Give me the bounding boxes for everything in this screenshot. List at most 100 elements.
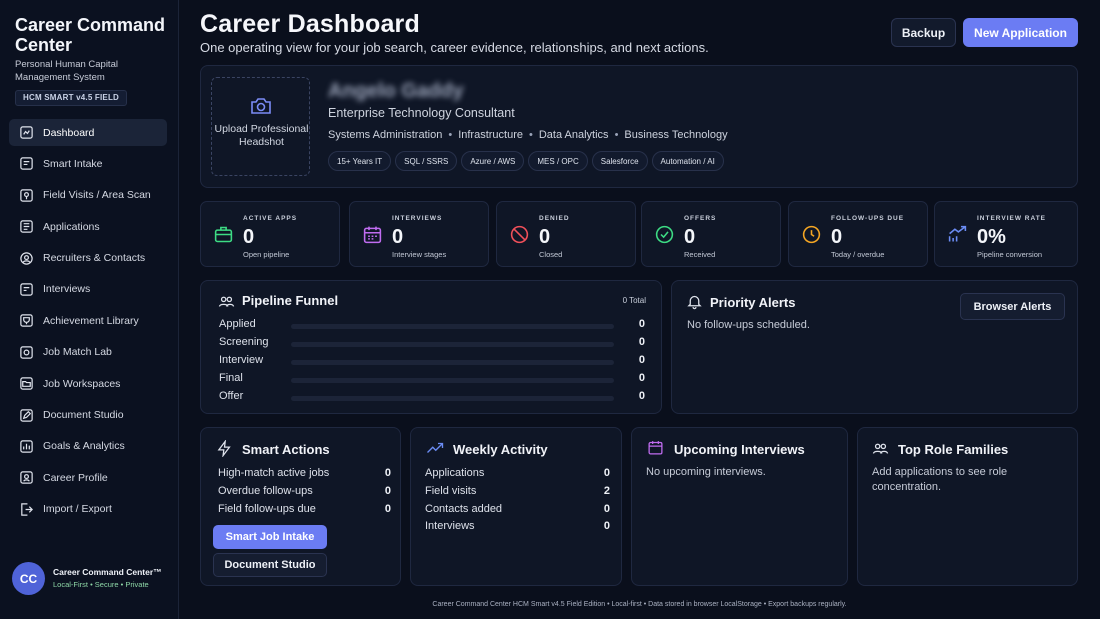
stat-label: OFFERS xyxy=(684,215,717,222)
profile-role: Enterprise Technology Consultant xyxy=(328,106,515,120)
document-icon xyxy=(20,220,33,233)
sidebar-item-label: Recruiters & Contacts xyxy=(43,252,146,265)
intake-icon xyxy=(20,157,33,171)
profile-tag: Automation / AI xyxy=(651,151,724,171)
transfer-icon xyxy=(21,502,33,516)
funnel-row-value: 0 xyxy=(638,318,645,330)
user-tags: Local-First • Secure • Private xyxy=(53,580,149,589)
trend-up-icon xyxy=(427,442,444,453)
smart-action-row[interactable]: Field follow-ups due 0 xyxy=(218,503,391,517)
upcoming-title: Upcoming Interviews xyxy=(674,442,805,457)
profile-tag: SQL / SSRS xyxy=(395,151,458,171)
calendar-icon xyxy=(648,441,663,455)
contacts-icon xyxy=(20,251,33,265)
profile-panel: Upload Professional Headshot Angelo Gadd… xyxy=(200,65,1078,188)
sidebar-item-interviews[interactable]: Interviews xyxy=(9,276,167,303)
upload-headshot-button[interactable]: Upload Professional Headshot xyxy=(211,77,310,176)
footer-note: Career Command Center HCM Smart v4.5 Fie… xyxy=(432,601,847,608)
stat-label: DENIED xyxy=(539,215,570,222)
clock-icon xyxy=(802,225,821,244)
chat-icon xyxy=(20,283,33,296)
check-circle-icon xyxy=(655,225,674,244)
sidebar-item-document-studio[interactable]: Document Studio xyxy=(9,402,167,429)
stat-value: 0 xyxy=(392,226,404,248)
funnel-row-label: Final xyxy=(219,372,243,384)
sidebar-item-label: Career Profile xyxy=(43,471,108,484)
weekly-title: Weekly Activity xyxy=(453,442,548,457)
users-icon xyxy=(218,296,235,307)
funnel-row-label: Interview xyxy=(219,354,264,366)
weekly-row: Applications 0 xyxy=(425,467,610,481)
stat-card-denied[interactable]: DENIED 0 Closed xyxy=(496,201,636,267)
folder-icon xyxy=(20,377,33,390)
funnel-bar xyxy=(291,360,614,365)
skill: Business Technology xyxy=(624,129,728,141)
sidebar-item-smart-intake[interactable]: Smart Intake xyxy=(9,150,167,177)
profile-tags: 15+ Years IT SQL / SSRS Azure / AWS MES … xyxy=(328,151,728,171)
stat-sub: Received xyxy=(684,250,716,259)
stat-label: ACTIVE APPS xyxy=(243,215,298,222)
funnel-row-label: Applied xyxy=(219,318,256,330)
funnel-row-value: 0 xyxy=(638,390,645,402)
smart-actions-panel: Smart Actions High-match active jobs 0 O… xyxy=(200,427,401,586)
browser-alerts-button[interactable]: Browser Alerts xyxy=(960,293,1065,320)
new-application-button[interactable]: New Application xyxy=(963,18,1078,47)
version-badge: HCM SMART v4.5 FIELD xyxy=(15,90,128,106)
smart-actions-title: Smart Actions xyxy=(242,442,330,457)
sidebar-item-field-visits[interactable]: Field Visits / Area Scan xyxy=(9,182,167,209)
calendar-icon xyxy=(363,226,382,244)
sidebar-nav: Dashboard Smart Intake Field Visits / Ar… xyxy=(9,119,167,527)
role-families-title: Top Role Families xyxy=(898,442,1009,457)
row-label: Field follow-ups due xyxy=(218,503,316,515)
sidebar-item-import-export[interactable]: Import / Export xyxy=(9,496,167,523)
weekly-row: Contacts added 0 xyxy=(425,503,610,517)
row-value: 0 xyxy=(384,467,391,479)
backup-button[interactable]: Backup xyxy=(891,18,956,47)
file-edit-icon xyxy=(20,408,33,422)
stat-card-interview-rate[interactable]: INTERVIEW RATE 0% Pipeline conversion xyxy=(934,201,1078,267)
profile-skills: Systems Administration • Infrastructure • Da… xyxy=(328,129,728,141)
row-value: 0 xyxy=(603,503,610,515)
stat-sub: Closed xyxy=(539,250,563,259)
stat-card-active-apps[interactable]: ACTIVE APPS 0 Open pipeline xyxy=(200,201,340,267)
pipeline-funnel-panel: Pipeline Funnel 0 Total Applied 0 Screen… xyxy=(200,280,662,414)
row-value: 0 xyxy=(384,485,391,497)
sidebar-item-label: Job Match Lab xyxy=(43,346,112,359)
user-icon xyxy=(20,471,33,485)
funnel-row-value: 0 xyxy=(638,354,645,366)
profile-tag: MES / OPC xyxy=(528,151,588,171)
sidebar-item-applications[interactable]: Applications xyxy=(9,213,167,240)
avatar[interactable]: CC xyxy=(12,562,45,595)
sidebar-item-dashboard[interactable]: Dashboard xyxy=(9,119,167,146)
sidebar-item-label: Goals & Analytics xyxy=(43,440,125,453)
smart-action-row[interactable]: Overdue follow-ups 0 xyxy=(218,485,391,499)
row-value: 0 xyxy=(384,503,391,515)
sidebar-item-job-workspaces[interactable]: Job Workspaces xyxy=(9,370,167,397)
document-studio-button[interactable]: Document Studio xyxy=(213,553,327,577)
sidebar-item-recruiters[interactable]: Recruiters & Contacts xyxy=(9,245,167,272)
funnel-bar xyxy=(291,324,614,329)
weekly-row: Interviews 0 xyxy=(425,520,610,534)
trend-icon xyxy=(948,225,967,242)
priority-alerts-panel: Priority Alerts Browser Alerts No follow… xyxy=(671,280,1078,414)
stat-label: FOLLOW-UPS DUE xyxy=(831,215,905,222)
stat-sub: Pipeline conversion xyxy=(977,250,1043,259)
sidebar-item-label: Applications xyxy=(43,220,100,233)
row-label: Applications xyxy=(425,467,485,479)
sidebar-item-career-profile[interactable]: Career Profile xyxy=(9,464,167,491)
brand-title: Career Command Center xyxy=(15,15,166,55)
smart-action-row[interactable]: High-match active jobs 0 xyxy=(218,467,391,481)
smart-job-intake-button[interactable]: Smart Job Intake xyxy=(213,525,327,549)
trophy-icon xyxy=(20,314,33,328)
sidebar-item-goals-analytics[interactable]: Goals & Analytics xyxy=(9,433,167,460)
sidebar-item-job-match-lab[interactable]: Job Match Lab xyxy=(9,339,167,366)
funnel-row: Offer 0 xyxy=(219,390,647,404)
dashboard-icon xyxy=(20,126,33,139)
row-label: Field visits xyxy=(425,485,477,497)
stat-card-follow-ups[interactable]: FOLLOW-UPS DUE 0 Today / overdue xyxy=(788,201,928,267)
upcoming-interviews-panel: Upcoming Interviews No upcoming intervie… xyxy=(631,427,848,586)
stat-card-offers[interactable]: OFFERS 0 Received xyxy=(641,201,781,267)
stat-card-interviews[interactable]: INTERVIEWS 0 Interview stages xyxy=(349,201,489,267)
sidebar-item-achievement-library[interactable]: Achievement Library xyxy=(9,307,167,334)
sidebar-item-label: Dashboard xyxy=(43,126,95,139)
